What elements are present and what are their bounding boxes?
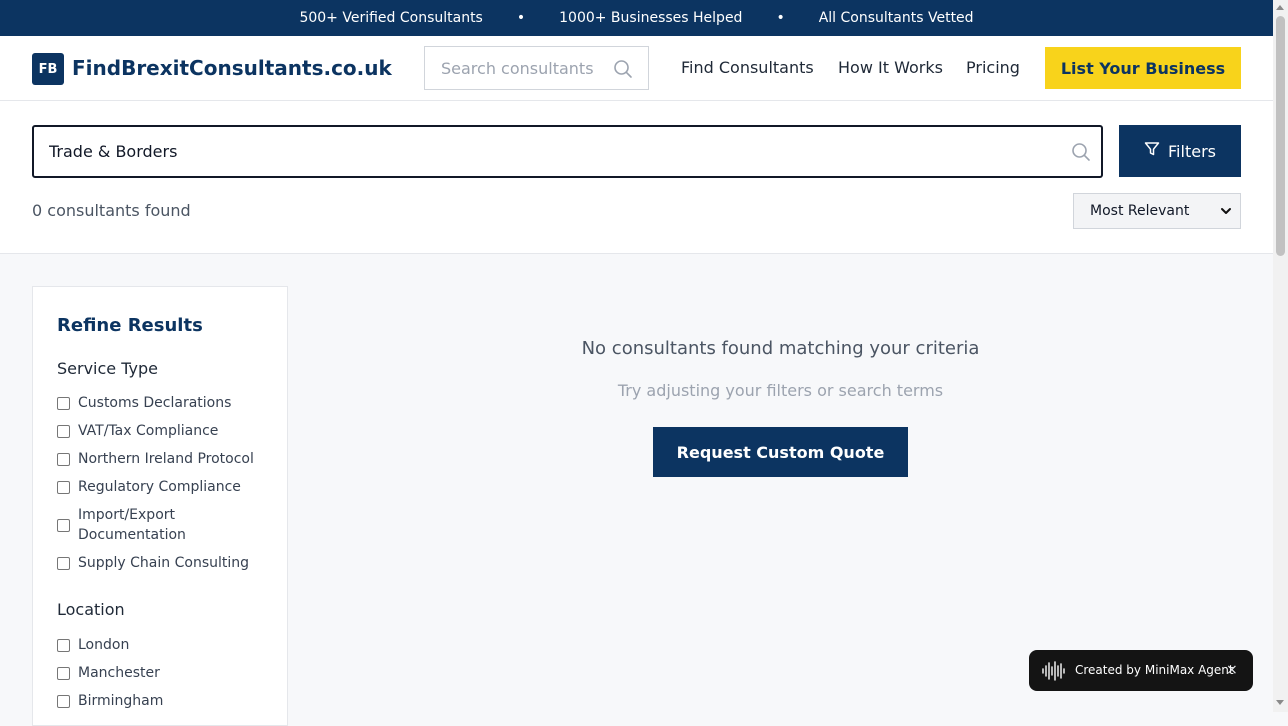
main-search-input[interactable] [34,127,1054,176]
checkbox[interactable] [57,397,70,410]
scroll-down-arrow-icon[interactable] [1276,700,1284,705]
list-your-business-button[interactable]: List Your Business [1045,47,1241,89]
refine-sidebar: Refine Results Service Type Customs Decl… [32,286,288,726]
empty-results-subtitle: Try adjusting your filters or search ter… [617,381,944,400]
logo-icon[interactable]: FB [32,53,64,85]
filter-icon [1144,141,1160,161]
checkbox[interactable] [57,639,70,652]
empty-results-title: No consultants found matching your crite… [581,338,980,359]
filter-option-manchester[interactable]: Manchester [57,663,258,683]
scrollbar-thumb[interactable] [1276,16,1285,256]
banner-separator: • [516,10,526,26]
stat-verified-consultants: 500+ Verified Consultants [299,10,483,26]
filters-label: Filters [1168,141,1216,161]
chevron-down-icon [1220,205,1232,221]
checkbox[interactable] [57,667,70,680]
filter-option-birmingham[interactable]: Birmingham [57,691,258,711]
badge-text: Created by MiniMax Agent [1075,663,1234,677]
filter-option-london[interactable]: London [57,635,258,655]
logo-text[interactable]: FindBrexitConsultants.co.uk [72,56,392,80]
filter-option-supply-chain-consulting[interactable]: Supply Chain Consulting [57,553,258,573]
header-search [424,46,649,90]
close-icon[interactable]: × [1226,662,1238,678]
checkbox[interactable] [57,453,70,466]
nav-how-it-works[interactable]: How It Works [838,58,943,78]
search-section: Filters 0 consultants found Most Relevan… [0,101,1273,254]
stat-businesses-helped: 1000+ Businesses Helped [559,10,743,26]
banner-separator: • [776,10,785,26]
search-icon[interactable] [1071,142,1091,166]
filter-option-vat-tax-compliance[interactable]: VAT/Tax Compliance [57,421,258,441]
checkbox[interactable] [57,557,70,570]
stat-consultants-vetted: All Consultants Vetted [818,10,974,26]
service-type-title: Service Type [57,359,158,378]
top-banner: 500+ Verified Consultants • 1000+ Busine… [0,0,1273,36]
checkbox[interactable] [57,425,70,438]
request-custom-quote-button[interactable]: Request Custom Quote [653,427,908,477]
checkbox[interactable] [57,519,70,532]
page-scrollbar[interactable] [1273,0,1288,712]
results-count: 0 consultants found [32,201,191,220]
search-icon[interactable] [613,59,633,83]
sort-selected-value: Most Relevant [1090,203,1190,219]
audio-wave-icon [1041,660,1067,685]
location-title: Location [57,600,125,619]
main-search-box [32,125,1103,178]
nav-pricing[interactable]: Pricing [966,58,1020,78]
filter-option-customs-declarations[interactable]: Customs Declarations [57,393,258,413]
refine-title: Refine Results [57,315,203,336]
filter-option-northern-ireland-protocol[interactable]: Northern Ireland Protocol [57,449,258,469]
sort-select[interactable]: Most Relevant [1073,193,1241,229]
header-search-input[interactable] [425,47,615,89]
nav-find-consultants[interactable]: Find Consultants [681,58,814,78]
filters-button[interactable]: Filters [1119,125,1241,177]
scroll-up-arrow-icon[interactable] [1276,5,1284,10]
created-by-badge[interactable]: Created by MiniMax Agent × [1029,650,1253,691]
checkbox[interactable] [57,695,70,708]
filter-option-import-export-documentation[interactable]: Import/Export Documentation [57,505,208,545]
filter-option-regulatory-compliance[interactable]: Regulatory Compliance [57,477,258,497]
checkbox[interactable] [57,481,70,494]
site-header: FB FindBrexitConsultants.co.uk Find Cons… [0,36,1273,101]
